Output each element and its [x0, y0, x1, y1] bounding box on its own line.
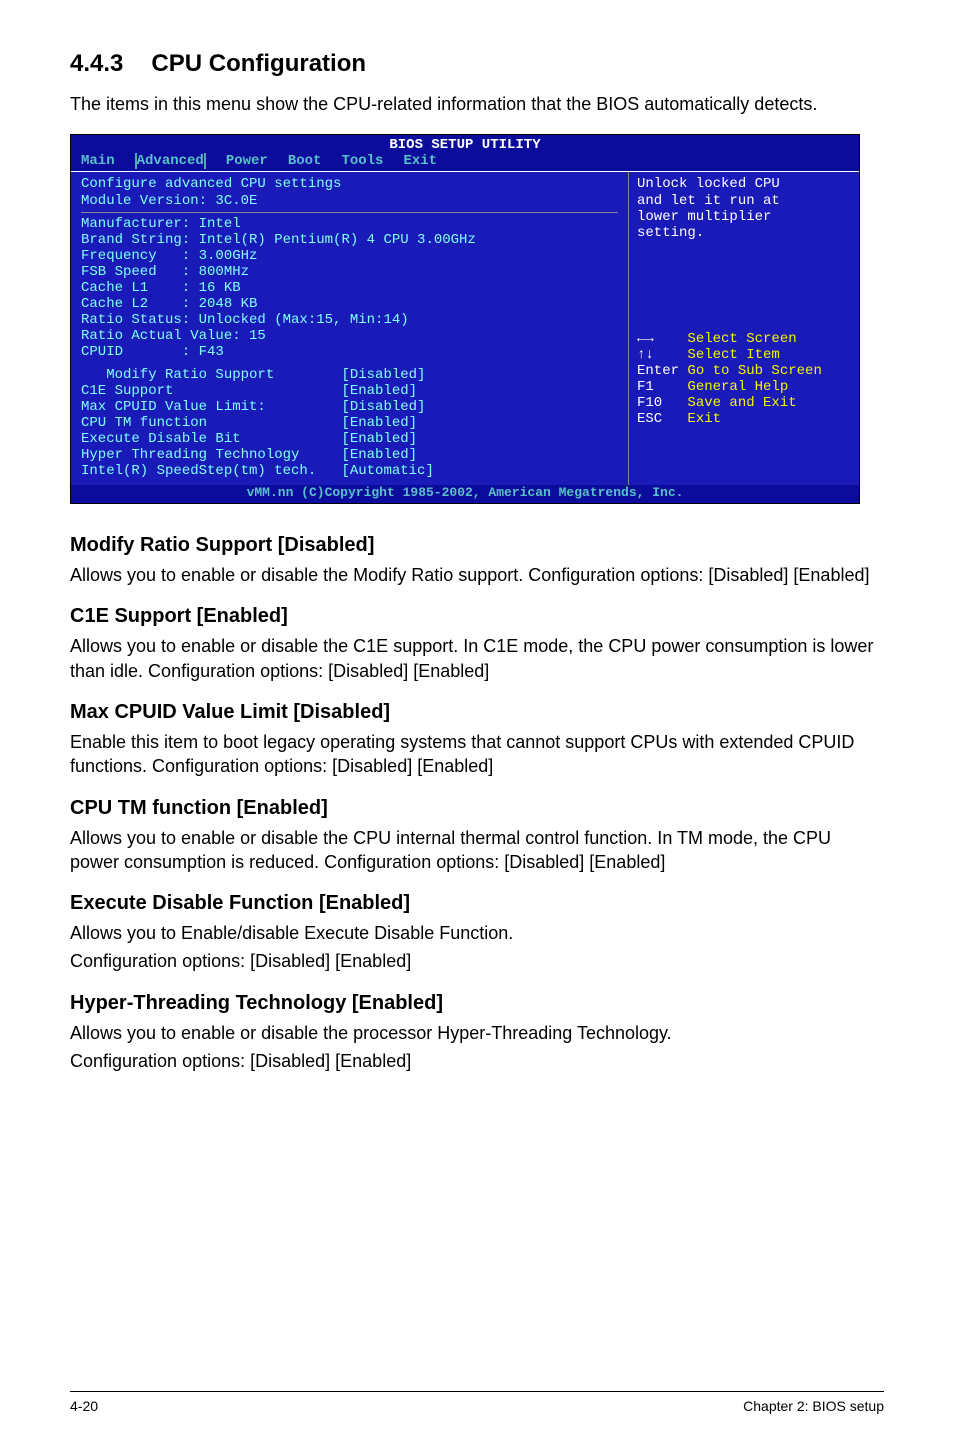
footer-rule: [70, 1391, 884, 1392]
setting-row[interactable]: C1E Support [Enabled]: [81, 383, 618, 399]
section-title: CPU Configuration: [151, 50, 366, 77]
setting-row[interactable]: Intel(R) SpeedStep(tm) tech. [Automatic]: [81, 463, 618, 479]
setting-row[interactable]: Execute Disable Bit [Enabled]: [81, 431, 618, 447]
tab-exit[interactable]: Exit: [403, 153, 437, 169]
option-heading: Max CPUID Value Limit [Disabled]: [70, 701, 884, 724]
key-hint: ESC Exit: [637, 411, 851, 427]
help-line: and let it run at: [637, 193, 851, 209]
bios-tabs: Main Advanced Power Boot Tools Exit: [71, 153, 859, 171]
setting-row[interactable]: Hyper Threading Technology [Enabled]: [81, 447, 618, 463]
tab-power[interactable]: Power: [226, 153, 268, 169]
option-heading: Hyper-Threading Technology [Enabled]: [70, 992, 884, 1015]
option-body: Configuration options: [Disabled] [Enabl…: [70, 949, 884, 973]
key-hint: ←→ Select Screen: [637, 331, 851, 347]
bios-left-pane: Configure advanced CPU settings Module V…: [71, 172, 629, 485]
option-heading: Modify Ratio Support [Disabled]: [70, 534, 884, 557]
info-line: Cache L1 : 16 KB: [81, 280, 618, 296]
key-hint: F10 Save and Exit: [637, 395, 851, 411]
setting-row[interactable]: Max CPUID Value Limit: [Disabled]: [81, 399, 618, 415]
divider: [81, 212, 618, 213]
key-hint: Enter Go to Sub Screen: [637, 363, 851, 379]
page-number: 4-20: [70, 1398, 98, 1414]
chapter-label: Chapter 2: BIOS setup: [743, 1398, 884, 1414]
tab-tools[interactable]: Tools: [341, 153, 383, 169]
key-hint: ↑↓ Select Item: [637, 347, 851, 363]
setting-row[interactable]: CPU TM function [Enabled]: [81, 415, 618, 431]
bios-footer: vMM.nn (C)Copyright 1985-2002, American …: [71, 485, 859, 503]
bios-window: BIOS SETUP UTILITY Main Advanced Power B…: [70, 134, 860, 504]
bios-title: BIOS SETUP UTILITY: [71, 135, 859, 153]
info-line: Manufacturer: Intel: [81, 216, 618, 232]
intro-text: The items in this menu show the CPU-rela…: [70, 92, 884, 116]
key-hint: F1 General Help: [637, 379, 851, 395]
info-line: CPUID : F43: [81, 344, 618, 360]
setting-row[interactable]: Modify Ratio Support [Disabled]: [81, 367, 618, 383]
option-body: Allows you to enable or disable the C1E …: [70, 634, 884, 683]
option-heading: CPU TM function [Enabled]: [70, 797, 884, 820]
info-line: Ratio Actual Value: 15: [81, 328, 618, 344]
option-body: Allows you to enable or disable the proc…: [70, 1021, 884, 1045]
tab-advanced[interactable]: Advanced: [135, 153, 206, 169]
left-header-1: Configure advanced CPU settings: [81, 176, 618, 192]
option-heading: Execute Disable Function [Enabled]: [70, 892, 884, 915]
help-line: Unlock locked CPU: [637, 176, 851, 192]
spacer: [637, 241, 851, 331]
info-line: Frequency : 3.00GHz: [81, 248, 618, 264]
help-line: lower multiplier: [637, 209, 851, 225]
section-number: 4.4.3: [70, 50, 123, 77]
section-heading: 4.4.3 CPU Configuration: [70, 50, 884, 78]
info-line: Ratio Status: Unlocked (Max:15, Min:14): [81, 312, 618, 328]
option-body: Allows you to enable or disable the Modi…: [70, 563, 884, 587]
info-line: Cache L2 : 2048 KB: [81, 296, 618, 312]
option-body: Allows you to enable or disable the CPU …: [70, 826, 884, 875]
info-line: FSB Speed : 800MHz: [81, 264, 618, 280]
option-body: Allows you to Enable/disable Execute Dis…: [70, 921, 884, 945]
left-header-2: Module Version: 3C.0E: [81, 193, 618, 209]
bios-right-pane: Unlock locked CPU and let it run at lowe…: [629, 172, 859, 485]
info-line: Brand String: Intel(R) Pentium(R) 4 CPU …: [81, 232, 618, 248]
option-body: Enable this item to boot legacy operatin…: [70, 730, 884, 779]
page-footer: 4-20 Chapter 2: BIOS setup: [70, 1398, 884, 1414]
option-heading: C1E Support [Enabled]: [70, 605, 884, 628]
tab-main[interactable]: Main: [81, 153, 115, 169]
tab-boot[interactable]: Boot: [288, 153, 322, 169]
help-line: setting.: [637, 225, 851, 241]
option-body: Configuration options: [Disabled] [Enabl…: [70, 1049, 884, 1073]
